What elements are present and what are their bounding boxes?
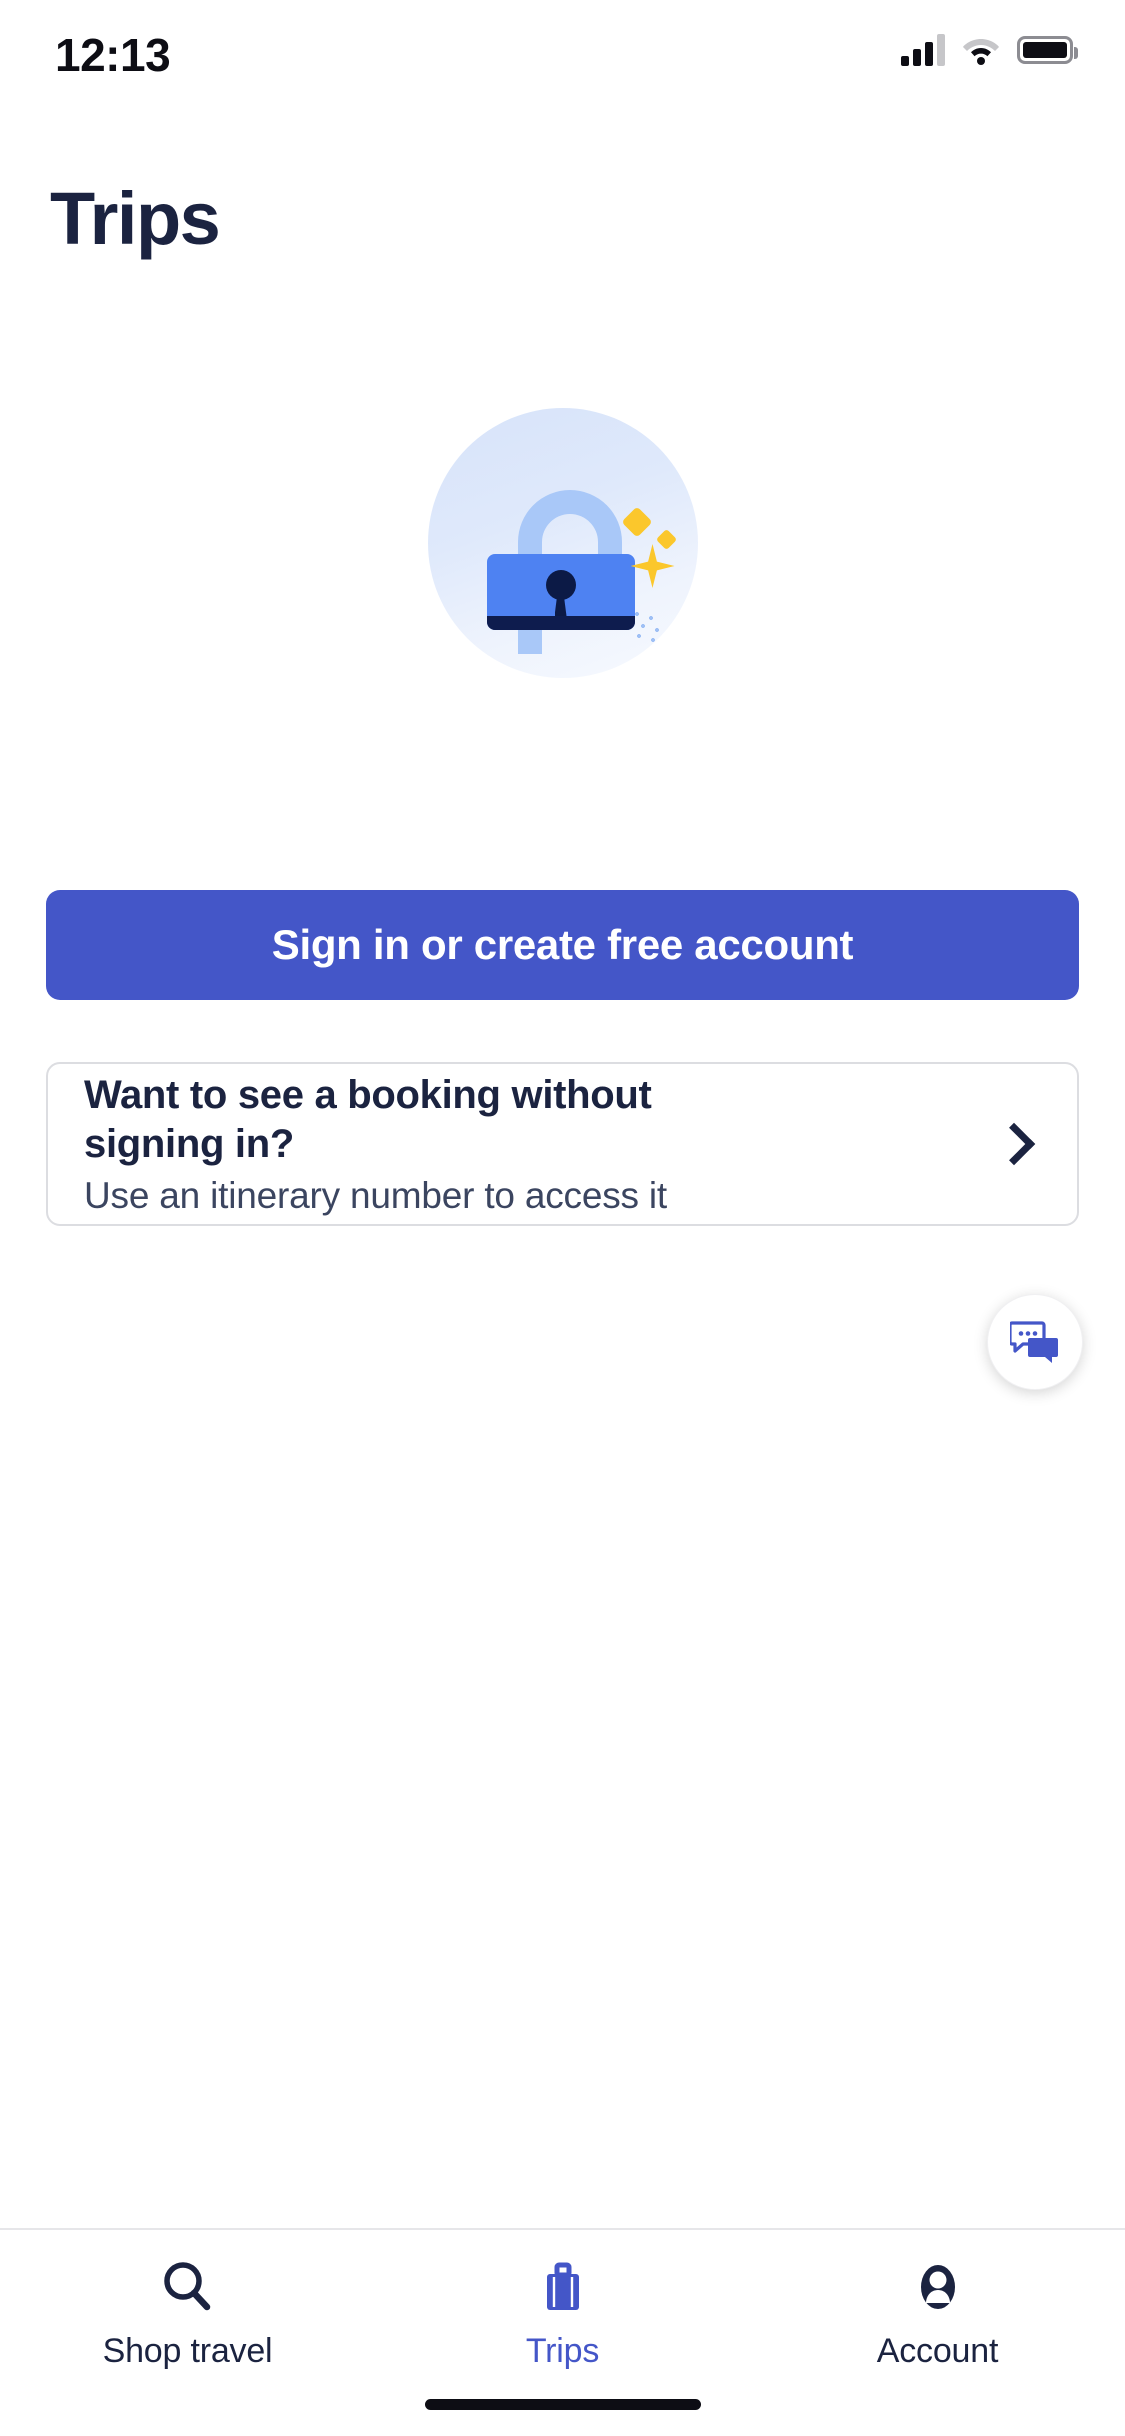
itinerary-card-texts: Want to see a booking without signing in… <box>84 1071 999 1217</box>
page-title: Trips <box>50 177 221 260</box>
sign-in-button[interactable]: Sign in or create free account <box>46 890 1079 1000</box>
search-icon <box>159 2256 217 2318</box>
itinerary-card-subtitle: Use an itinerary number to access it <box>84 1174 667 1216</box>
pixel-dots-decoration <box>630 608 667 644</box>
tab-account[interactable]: Account <box>750 2256 1125 2371</box>
itinerary-lookup-card[interactable]: Want to see a booking without signing in… <box>46 1062 1079 1226</box>
tab-trips[interactable]: Trips <box>375 2256 750 2371</box>
person-icon <box>909 2256 967 2318</box>
padlock-keyhole-icon <box>545 570 576 600</box>
cellular-signal-icon <box>901 34 945 66</box>
briefcase-icon <box>534 2256 592 2318</box>
battery-icon <box>1017 36 1078 64</box>
chat-bubbles-icon <box>1010 1321 1058 1363</box>
status-bar-icons <box>901 34 1078 66</box>
home-indicator <box>424 2399 701 2410</box>
hero-illustration <box>0 408 1125 708</box>
app-screen: 12:13 Trips Sign in or create free accou… <box>0 0 1125 2436</box>
wifi-icon <box>962 35 1000 65</box>
status-bar-time: 12:13 <box>55 29 171 81</box>
tab-label-shop-travel: Shop travel <box>102 2332 273 2370</box>
tab-shop-travel[interactable]: Shop travel <box>0 2256 375 2371</box>
chat-button[interactable] <box>987 1294 1083 1390</box>
padlock-base-icon <box>486 616 635 630</box>
status-bar: 12:13 <box>0 0 1125 110</box>
chevron-right-icon[interactable] <box>992 1122 1036 1166</box>
tab-label-account: Account <box>876 2332 999 2370</box>
tab-label-trips: Trips <box>525 2332 600 2370</box>
itinerary-card-title: Want to see a booking without signing in… <box>84 1073 652 1166</box>
